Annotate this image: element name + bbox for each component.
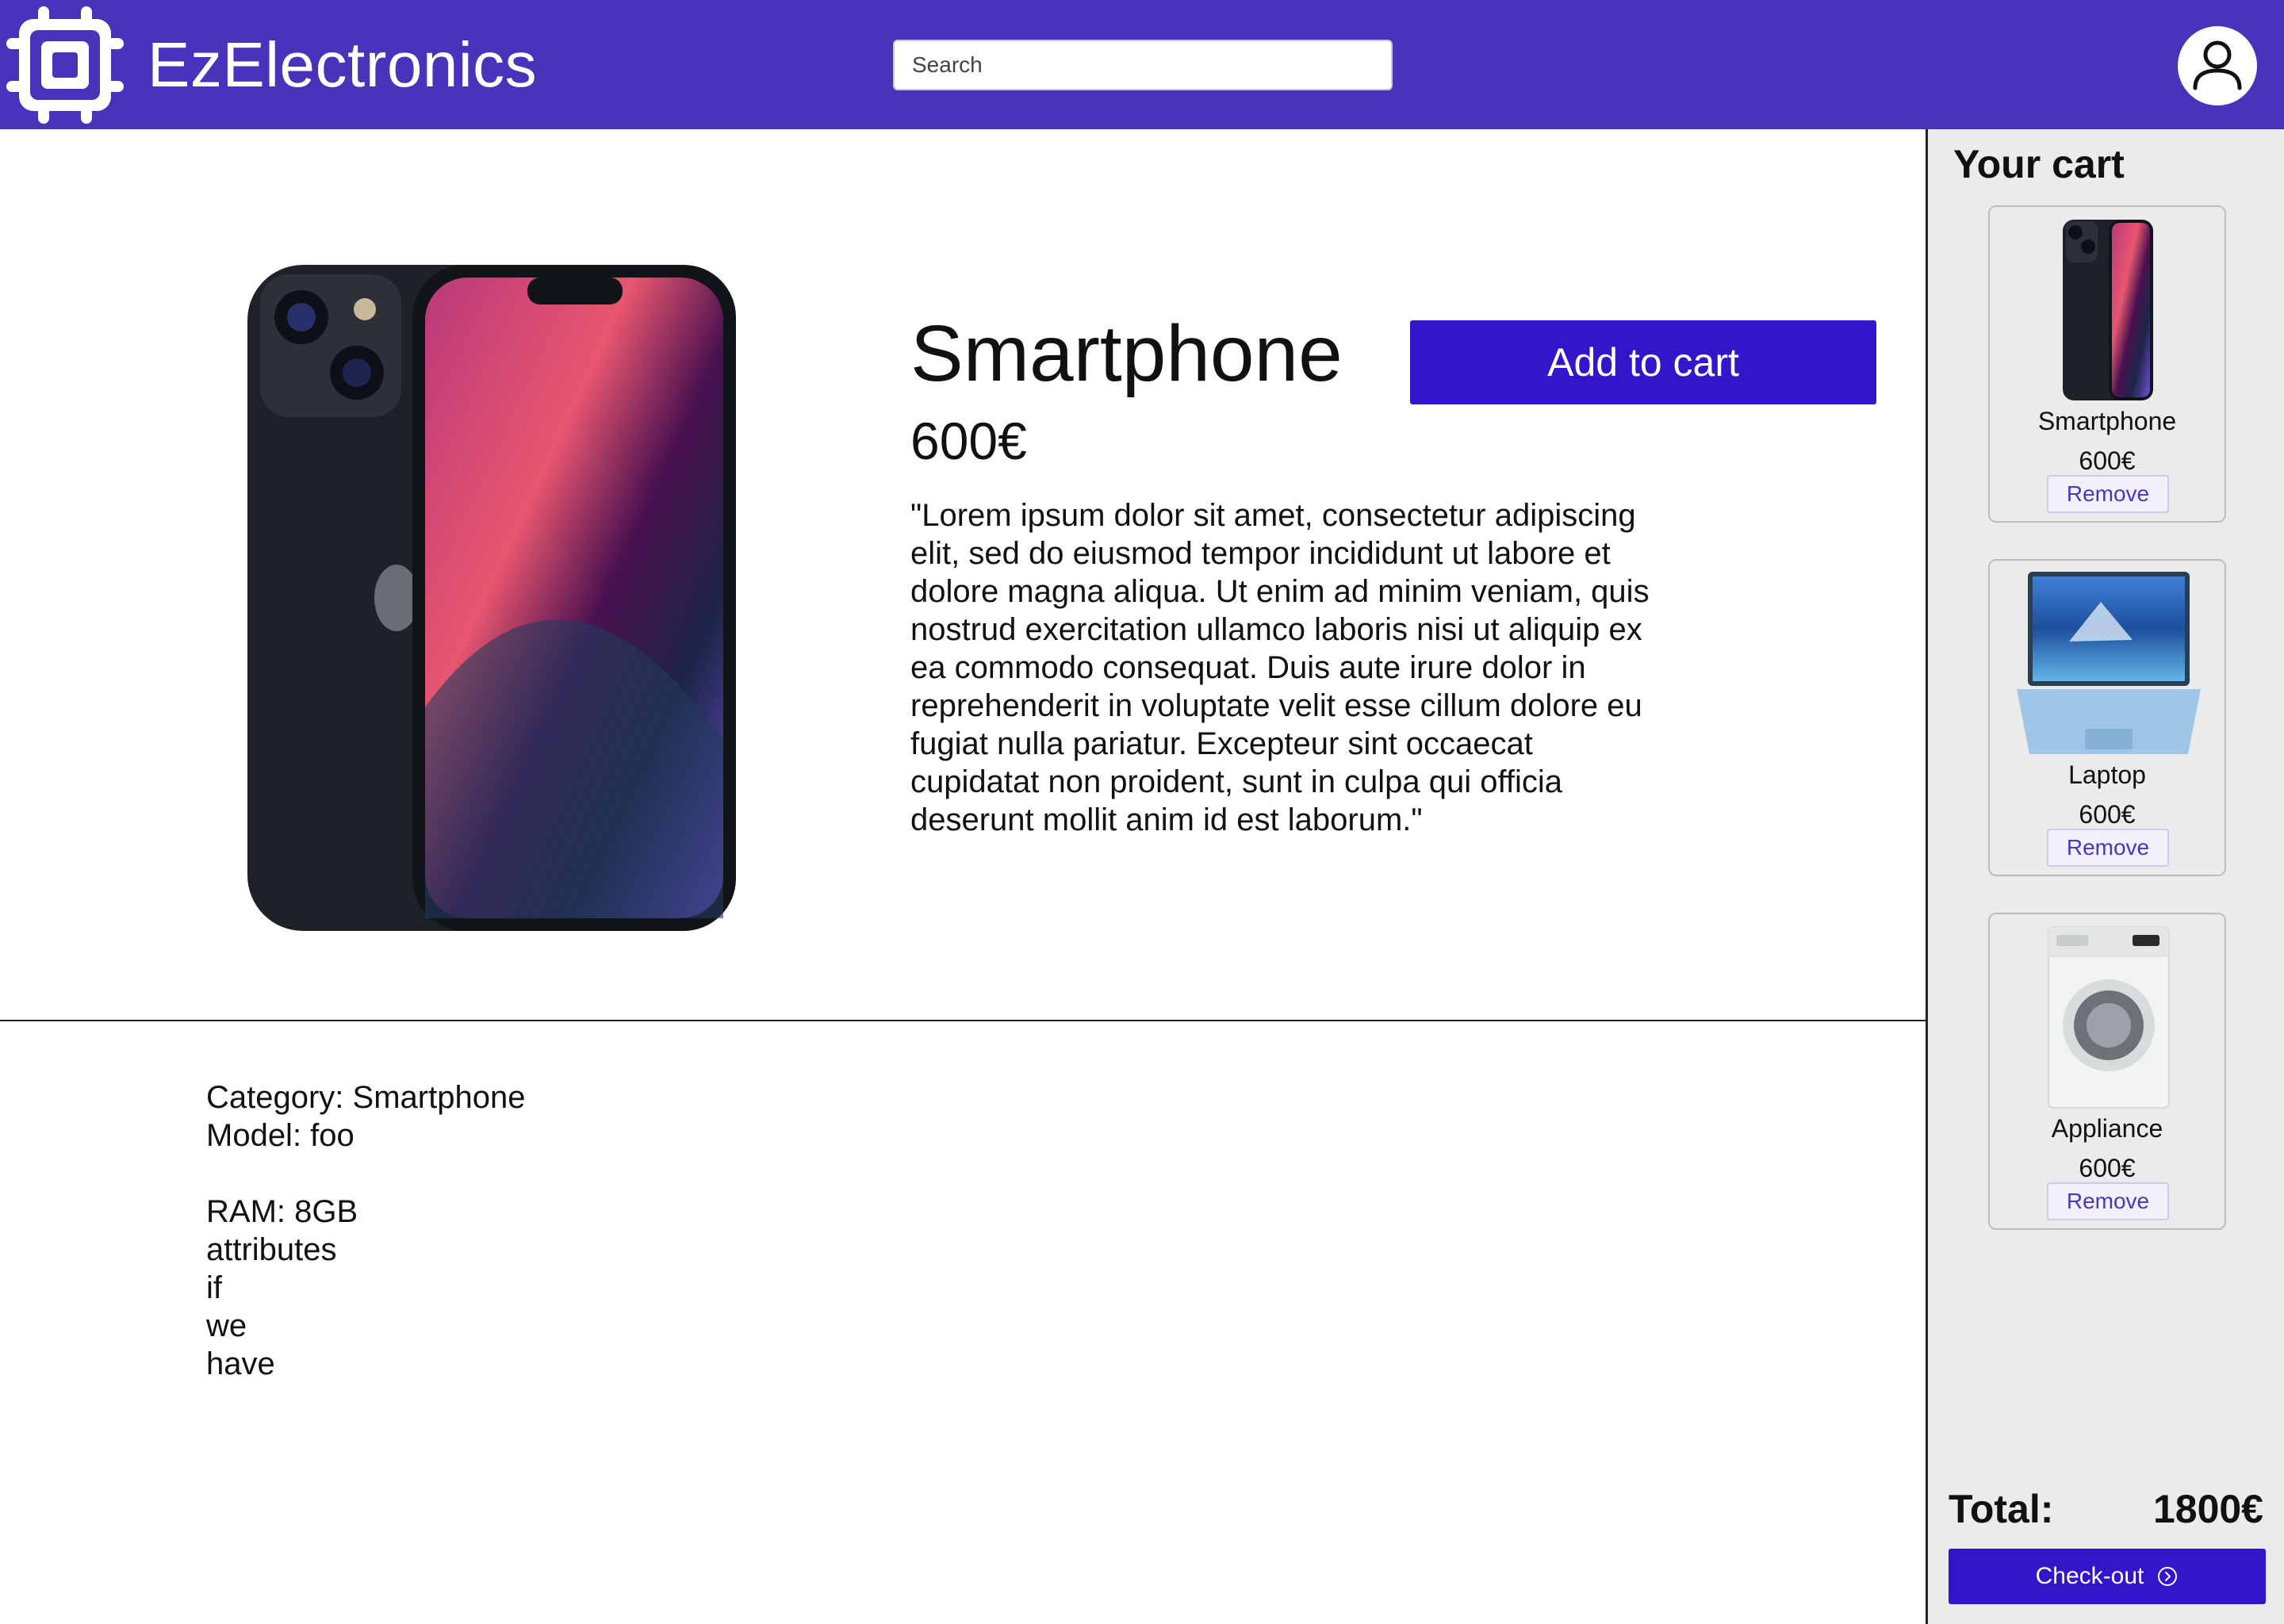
cart-item-appliance[interactable]: Appliance 600€ Remove [1988, 913, 2226, 1230]
cart-item-name: Laptop [2068, 760, 2146, 789]
product-details: Category: Smartphone Model: foo RAM: 8GB… [206, 1078, 525, 1383]
washing-machine-image [2048, 926, 2170, 1109]
brand-name[interactable]: EzElectronics [148, 27, 537, 103]
cart-item-laptop[interactable]: Laptop 600€ Remove [1988, 559, 2226, 876]
search-input[interactable] [893, 40, 1393, 90]
product-image [247, 265, 736, 931]
detail-line: if [206, 1270, 222, 1305]
remove-button[interactable]: Remove [2047, 475, 2169, 513]
chevron-right-circle-icon [2158, 1567, 2178, 1586]
detail-line: have [206, 1346, 275, 1381]
section-divider [0, 1020, 1926, 1021]
total-value: 1800€ [2152, 1487, 2263, 1531]
cart-item-name: Appliance [2051, 1114, 2163, 1143]
remove-button[interactable]: Remove [2047, 1182, 2169, 1220]
cart-title: Your cart [1953, 142, 2125, 186]
user-icon [2193, 40, 2242, 90]
add-to-cart-button[interactable]: Add to cart [1410, 320, 1876, 404]
user-avatar[interactable] [2178, 26, 2257, 105]
smartphone-image [2063, 220, 2153, 400]
detail-line: we [206, 1308, 247, 1343]
laptop-image [2017, 572, 2201, 754]
checkout-button[interactable]: Check-out [1949, 1549, 2266, 1604]
chip-logo-icon[interactable] [5, 5, 125, 125]
detail-line: RAM: 8GB [206, 1194, 358, 1229]
cart-item-price: 600€ [2079, 800, 2136, 829]
checkout-label: Check-out [2035, 1563, 2144, 1589]
product-title: Smartphone [910, 309, 1343, 398]
cart-item-price: 600€ [2079, 1154, 2136, 1182]
remove-button[interactable]: Remove [2047, 829, 2169, 867]
cart-item-price: 600€ [2079, 446, 2136, 475]
product-description: "Lorem ipsum dolor sit amet, consectetur… [910, 498, 1650, 837]
detail-line: attributes [206, 1232, 337, 1267]
cart-item-smartphone[interactable]: Smartphone 600€ Remove [1988, 205, 2226, 523]
cart-item-name: Smartphone [2037, 407, 2177, 435]
product-price: 600€ [910, 412, 1027, 470]
total-label: Total: [1949, 1487, 2054, 1531]
detail-model: Model: foo [206, 1118, 354, 1153]
cart-sidebar: Your cart Smartphone 600€ Remove Laptop … [1926, 129, 2284, 1624]
detail-category: Category: Smartphone [206, 1080, 526, 1115]
top-bar: EzElectronics [0, 0, 2284, 129]
